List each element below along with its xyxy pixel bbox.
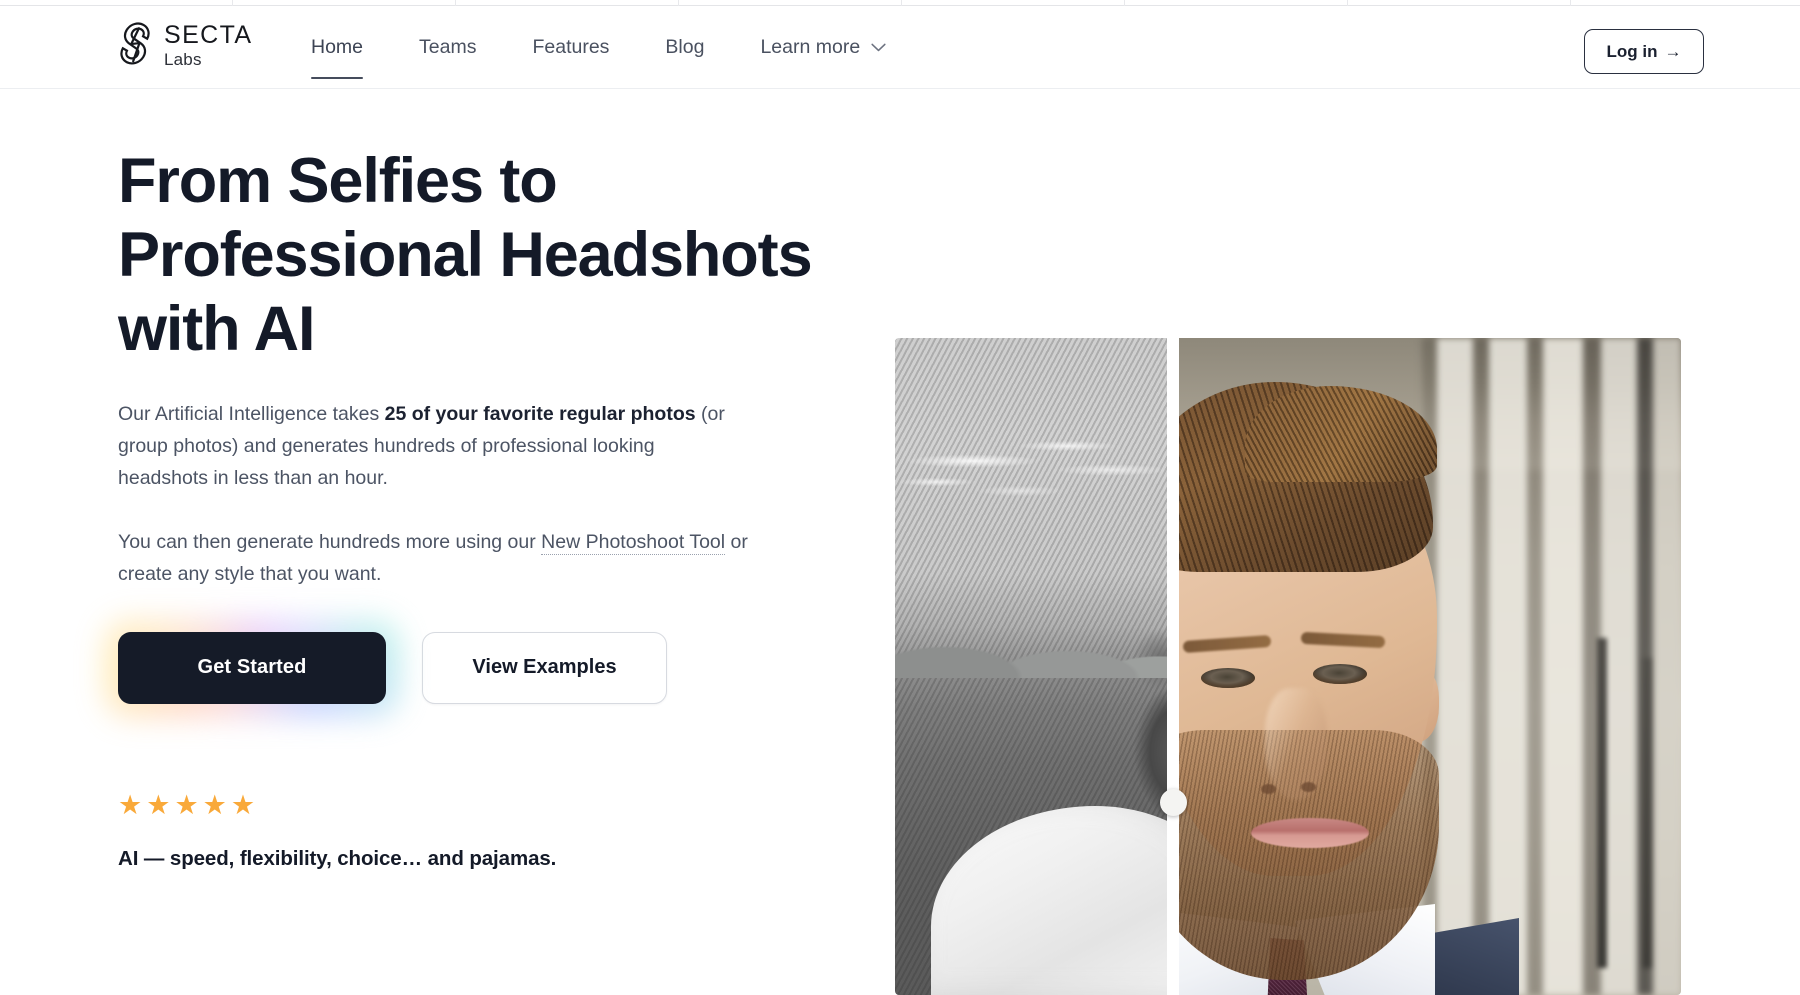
slider-handle-icon[interactable] [1160, 789, 1187, 816]
main-navigation: Home Teams Features Blog Learn more [283, 6, 914, 89]
background-railing [1643, 658, 1651, 968]
star-icon: ★ [174, 789, 199, 820]
star-icon: ★ [202, 789, 227, 820]
paragraph-2-pre: You can then generate hundreds more usin… [118, 531, 542, 554]
secta-bolt-logo-icon [120, 22, 150, 65]
headshot-nose [1265, 688, 1327, 800]
nav-label: Learn more [760, 36, 861, 58]
headshot-nostril-left [1261, 784, 1276, 794]
arrow-right-icon: → [1664, 42, 1682, 61]
brand-wordmark: SECTA Labs [164, 20, 253, 69]
paragraph-1-bold: 25 of your favorite regular photos [384, 403, 696, 426]
nav-item-teams[interactable]: Teams [391, 6, 504, 89]
nav-item-features[interactable]: Features [504, 6, 637, 89]
nav-label: Home [311, 36, 364, 58]
after-photo-headshot [1173, 338, 1681, 995]
nav-item-home[interactable]: Home [283, 6, 391, 89]
comparison-divider [1167, 338, 1179, 995]
chevron-down-icon [871, 43, 886, 52]
rating-stars: ★ ★ ★ ★ ★ [118, 789, 838, 820]
star-icon: ★ [230, 789, 256, 820]
headshot-eye-left [1201, 668, 1255, 688]
nav-label: Teams [419, 36, 477, 58]
nav-label: Blog [665, 36, 705, 58]
login-button[interactable]: Log in → [1584, 29, 1704, 74]
headshot-hair-sweep [1245, 386, 1437, 482]
paragraph-1-pre: Our Artificial Intelligence takes [118, 403, 385, 426]
selfie-mountain-ridge [895, 558, 1173, 678]
headshot-nostril-right [1301, 782, 1316, 792]
cta-button-row: Get Started View Examples [104, 617, 838, 718]
nav-item-learn-more[interactable]: Learn more [732, 6, 914, 89]
nav-label: Features [532, 36, 610, 58]
hero-copy: From Selfies to Professional Headshots w… [104, 144, 838, 871]
after-image-pane [1173, 338, 1681, 995]
headshot-eye-right [1313, 664, 1367, 684]
get-started-button[interactable]: Get Started [118, 631, 386, 704]
hero-paragraph-2: You can then generate hundreds more usin… [118, 527, 798, 591]
headshot-lips [1251, 818, 1369, 848]
hero-paragraph-1: Our Artificial Intelligence takes 25 of … [118, 399, 738, 494]
background-railing [1597, 638, 1607, 968]
before-after-comparison-slider[interactable] [895, 338, 1681, 995]
hero-section: From Selfies to Professional Headshots w… [0, 89, 1800, 995]
brand-subname: Labs [164, 49, 202, 69]
star-icon: ★ [146, 789, 171, 820]
star-icon: ★ [118, 789, 143, 820]
before-image-pane [895, 338, 1173, 995]
new-photoshoot-tool-link[interactable]: New Photoshoot Tool [541, 531, 726, 556]
brand-name: SECTA [164, 20, 253, 49]
brand-logo[interactable]: SECTA Labs [118, 22, 253, 68]
view-examples-button[interactable]: View Examples [422, 631, 667, 704]
page-title: From Selfies to Professional Headshots w… [118, 146, 813, 365]
nav-item-blog[interactable]: Blog [637, 6, 732, 89]
login-label: Log in [1606, 41, 1658, 61]
site-header: SECTA Labs Home Teams Features Blog Lear… [0, 6, 1800, 89]
primary-cta-wrapper: Get Started [104, 617, 400, 718]
rating-tagline: AI — speed, flexibility, choice… and paj… [118, 846, 557, 870]
